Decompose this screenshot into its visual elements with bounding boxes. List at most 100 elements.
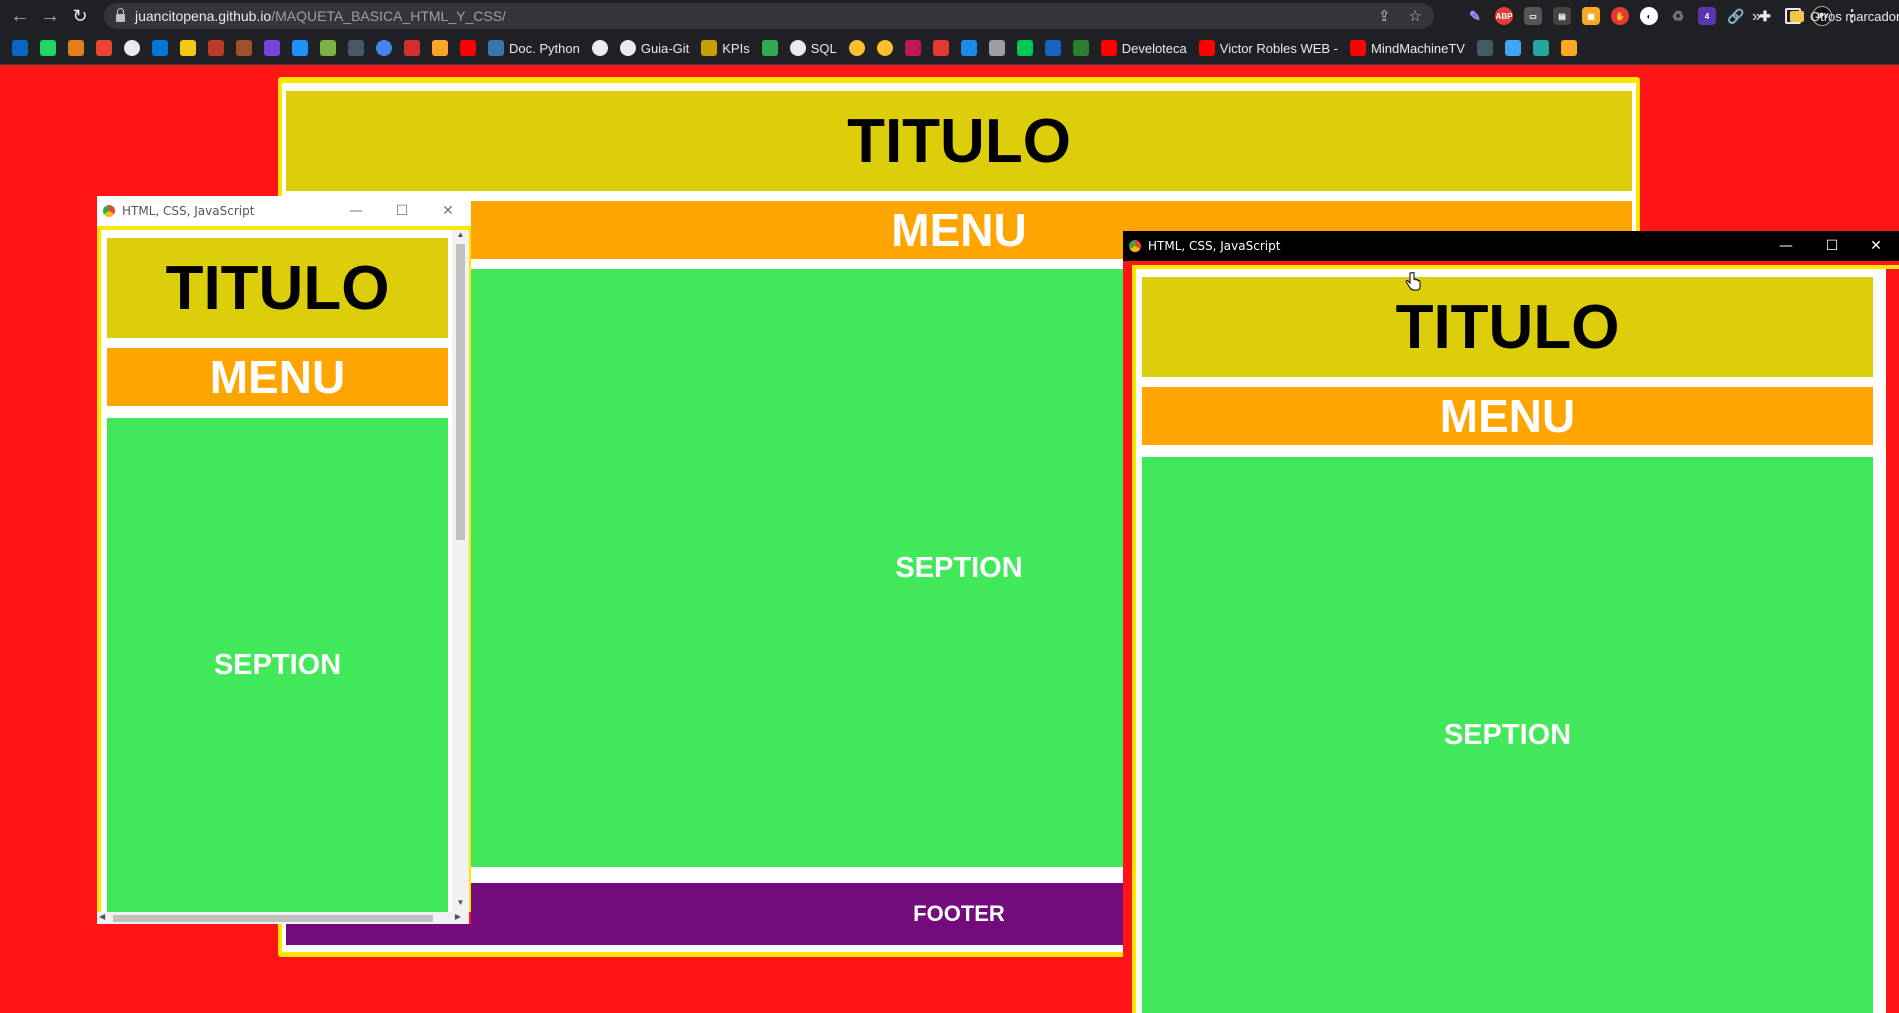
window-title-left: HTML, CSS, JavaScript (122, 204, 255, 218)
scroll-down-arrow[interactable]: ▼ (452, 898, 469, 912)
u-icon (264, 40, 280, 56)
window-titlebar-left[interactable]: HTML, CSS, JavaScript — ☐ ✕ (97, 196, 471, 226)
bookmark-item[interactable]: Victor Robles WEB - (1198, 40, 1338, 56)
recycle-extension-icon[interactable]: ♻ (1669, 7, 1687, 25)
bookmark-star-icon[interactable]: ☆ (1409, 7, 1422, 25)
bookmark-item[interactable] (264, 40, 280, 56)
printer-extension-icon[interactable]: ▤ (1553, 7, 1571, 25)
bookmark-item[interactable] (1016, 40, 1033, 56)
bookmark-item[interactable] (460, 40, 476, 56)
more-bookmarks-button[interactable]: » (1752, 0, 1761, 33)
bookmark-item[interactable] (180, 40, 196, 56)
back-button[interactable]: ← (5, 0, 35, 32)
bottle-icon (208, 40, 224, 56)
bookmark-item[interactable] (320, 40, 336, 56)
globe-icon (591, 40, 608, 56)
bookmark-item[interactable] (12, 40, 28, 56)
bookmark-item[interactable]: Guia-Git (619, 40, 690, 56)
reload-button[interactable]: ↻ (65, 0, 95, 32)
gmail-icon (96, 40, 112, 56)
card-extension-icon[interactable]: ▭ (1524, 7, 1542, 25)
bookmark-item[interactable] (68, 40, 84, 56)
close-button[interactable]: ✕ (1853, 231, 1899, 261)
bookmark-item[interactable] (848, 40, 865, 56)
bookmark-item[interactable]: Doc. Python (488, 40, 580, 56)
bookmark-item[interactable] (236, 40, 252, 56)
bookmark-item[interactable] (152, 40, 168, 56)
shield-icon (68, 40, 84, 56)
bookmark-item[interactable] (292, 40, 308, 56)
bookmark-item[interactable]: Develoteca (1100, 40, 1187, 56)
bookmark-item[interactable] (876, 40, 893, 56)
bookmark-item[interactable] (40, 40, 56, 56)
maps-icon (761, 40, 778, 56)
bookmark-item[interactable] (904, 40, 921, 56)
bookmark-item[interactable] (932, 40, 949, 56)
popup-right-title: TITULO (1142, 277, 1873, 377)
maximize-button[interactable]: ☐ (1809, 231, 1855, 261)
scroll-up-arrow[interactable]: ▲ (452, 230, 469, 244)
bookmark-label: Guia-Git (640, 40, 690, 56)
adblock-extension-icon[interactable]: ABP (1495, 7, 1513, 25)
bookmark-item[interactable]: SQL (789, 40, 837, 56)
circle-icon (376, 40, 392, 56)
gear-icon (1044, 40, 1061, 56)
other-bookmarks-button[interactable]: Otros marcadores (1790, 0, 1899, 33)
terminal-icon (348, 40, 364, 56)
maximize-button[interactable]: ☐ (379, 196, 425, 226)
bookmark-item[interactable] (960, 40, 977, 56)
bookmark-item[interactable] (591, 40, 608, 56)
minimize-button[interactable]: — (333, 196, 379, 226)
bookmark-item[interactable] (1532, 40, 1549, 56)
bookmark-item[interactable]: MindMachineTV (1350, 40, 1465, 56)
bookmark-item[interactable] (1560, 40, 1577, 56)
chart-extension-icon[interactable]: ▦ (1582, 7, 1600, 25)
bookmark-item[interactable] (96, 40, 112, 56)
horizontal-scrollbar[interactable]: ◀ ▶ (97, 912, 469, 924)
bookmark-item[interactable] (376, 40, 392, 56)
globe-icon (619, 40, 636, 56)
feather-extension-icon[interactable]: ✎ (1466, 7, 1484, 25)
close-button[interactable]: ✕ (425, 196, 471, 226)
bookmark-item[interactable] (988, 40, 1005, 56)
bookmark-item[interactable] (208, 40, 224, 56)
horizontal-scrollbar-thumb[interactable] (113, 915, 433, 922)
bookmark-item[interactable] (1504, 40, 1521, 56)
forward-button[interactable]: → (35, 0, 65, 32)
stop-extension-icon[interactable]: ✋ (1611, 7, 1629, 25)
scroll-right-arrow[interactable]: ▶ (455, 912, 461, 921)
omnibox-actions: ⇪ ☆ (1378, 3, 1422, 29)
bookmark-item[interactable] (1476, 40, 1493, 56)
bookmark-item[interactable] (348, 40, 364, 56)
scrollbar-thumb[interactable] (456, 244, 465, 540)
v-icon (1016, 40, 1033, 56)
window-titlebar-right[interactable]: HTML, CSS, JavaScript — ☐ ✕ (1123, 231, 1899, 261)
contrast-extension-icon[interactable]: ◐ (1640, 7, 1658, 25)
bookmark-item[interactable] (404, 40, 420, 56)
popup-right-layout: TITULO MENU SEPTION (1136, 269, 1895, 1013)
bookmark-label: SQL (810, 40, 837, 56)
window-title-right: HTML, CSS, JavaScript (1148, 239, 1281, 253)
bookmark-item[interactable] (432, 40, 448, 56)
chrome-app-icon (1129, 240, 1141, 252)
linkedin-icon (12, 40, 28, 56)
bookmark-item[interactable]: KPIs (701, 40, 750, 56)
minimize-button[interactable]: — (1763, 231, 1809, 261)
popup-left-title: TITULO (107, 238, 448, 338)
purple-extension-icon[interactable]: 4 (1698, 7, 1716, 25)
globe-icon (789, 40, 806, 56)
bookmark-item[interactable] (1072, 40, 1089, 56)
bookmark-label: MindMachineTV (1371, 40, 1465, 56)
link-extension-icon[interactable]: 🔗 (1727, 7, 1745, 25)
w-icon (1072, 40, 1089, 56)
bookmark-item[interactable] (124, 40, 140, 56)
python-icon (488, 40, 504, 56)
address-bar[interactable]: juancitopena.github.io/MAQUETA_BASICA_HT… (104, 3, 1434, 29)
vertical-scrollbar[interactable]: ▲ ▼ (452, 230, 469, 912)
lock-icon[interactable] (116, 8, 125, 22)
share-icon[interactable]: ⇪ (1378, 7, 1391, 25)
bookmark-item[interactable] (761, 40, 778, 56)
scroll-left-arrow[interactable]: ◀ (99, 912, 105, 921)
triangle-icon (1560, 40, 1577, 56)
bookmark-item[interactable] (1044, 40, 1061, 56)
